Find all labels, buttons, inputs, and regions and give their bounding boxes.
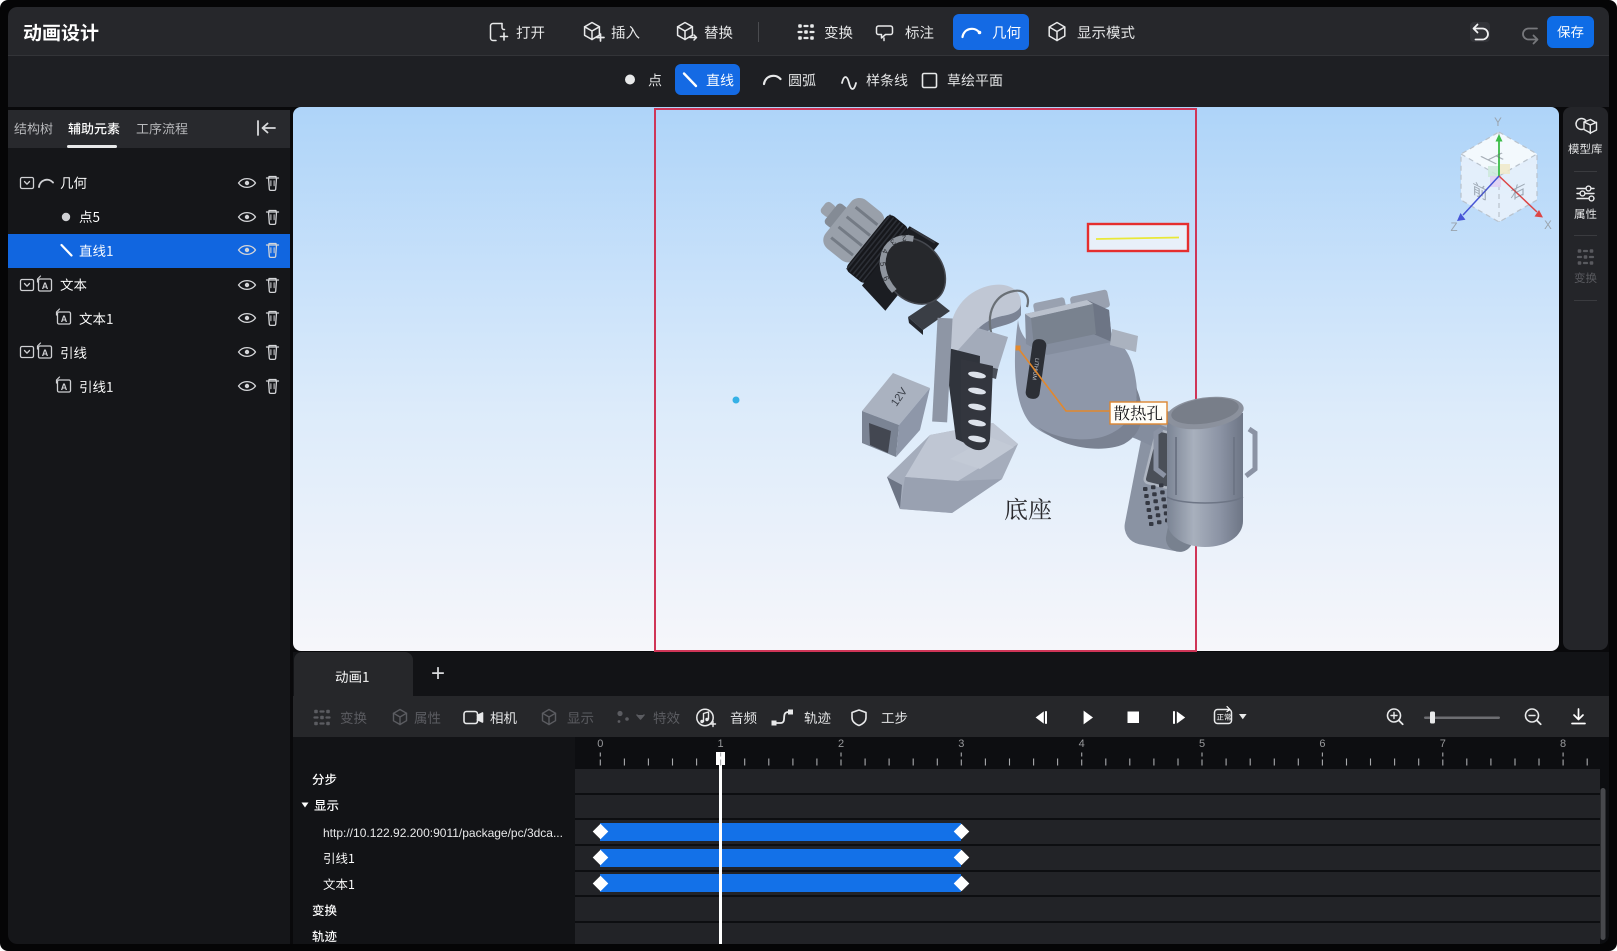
svg-text:Y: Y [1494,117,1502,129]
svg-text:X: X [1544,220,1552,232]
svg-text:Z: Z [1450,222,1457,234]
svg-text:A: A [61,382,68,392]
svg-text:A: A [42,281,49,291]
svg-text:A: A [61,314,68,324]
svg-text:A: A [42,348,49,358]
